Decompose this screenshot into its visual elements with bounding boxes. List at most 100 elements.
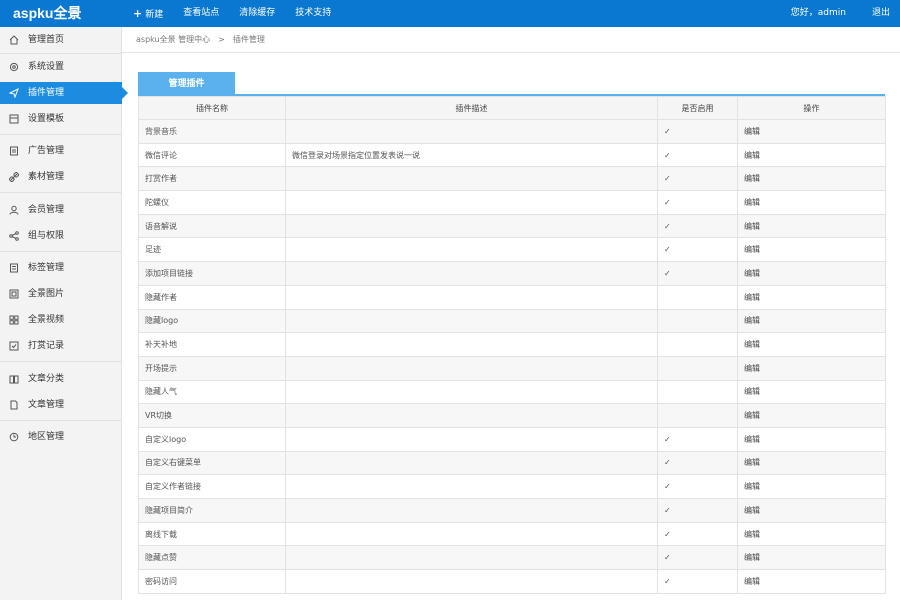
sidebar-item-plugins[interactable]: 插件管理 (0, 82, 128, 104)
table-row: 离线下载 ✓ 编辑 (138, 521, 886, 547)
plugin-name: 添加项目链接 (138, 261, 286, 286)
sidebar-item-templates[interactable]: 设置模板 (0, 108, 122, 130)
edit-link[interactable]: 编辑 (744, 316, 760, 325)
edit-link[interactable]: 编辑 (744, 364, 760, 373)
share-icon (9, 231, 19, 241)
col-header-enabled: 是否启用 (657, 96, 738, 120)
plugin-name: 打赏作者 (138, 166, 286, 192)
col-header-action: 操作 (737, 96, 886, 120)
edit-link[interactable]: 编辑 (744, 530, 760, 539)
plugin-description (285, 498, 658, 523)
edit-link[interactable]: 编辑 (744, 151, 760, 160)
greeting-text: 您好，admin (790, 8, 846, 18)
plugin-name: 补天补地 (138, 332, 286, 357)
sidebar-item-label: 打赏记录 (28, 341, 65, 351)
action-cell: 编辑 (737, 450, 886, 476)
action-cell: 编辑 (737, 213, 886, 239)
table-row: 隐藏点赞 ✓ 编辑 (138, 545, 886, 571)
enabled-cell: ✓ (657, 119, 738, 144)
enabled-cell (657, 308, 738, 334)
sidebar-item-regions[interactable]: 地区管理 (0, 426, 122, 448)
enabled-cell: ✓ (657, 142, 738, 168)
book-icon (9, 374, 19, 384)
table-row: 密码访问 ✓ 编辑 (138, 569, 886, 594)
user-area: 您好，admin 退出 (791, 0, 890, 27)
edit-link[interactable]: 编辑 (744, 458, 760, 467)
sidebar-item-groups[interactable]: 组与权限 (0, 225, 122, 247)
edit-link[interactable]: 编辑 (744, 482, 760, 491)
edit-link[interactable]: 编辑 (744, 245, 760, 254)
col-header-description: 插件描述 (285, 96, 658, 120)
sidebar-item-label: 广告管理 (28, 146, 65, 156)
edit-link[interactable]: 编辑 (744, 174, 760, 183)
edit-link[interactable]: 编辑 (744, 553, 760, 562)
breadcrumb-home[interactable]: aspku全景 管理中心 (136, 35, 210, 44)
region-icon (9, 432, 19, 442)
sidebar-item-dashboard[interactable]: 管理首页 (0, 29, 122, 51)
sidebar-divider (0, 361, 121, 362)
plugin-name: 自定义logo (138, 426, 286, 452)
template-icon (9, 114, 19, 124)
sidebar-item-tip-records[interactable]: 打赏记录 (0, 335, 122, 357)
table-row: 隐藏logo 编辑 (138, 308, 886, 334)
sidebar-divider (0, 53, 121, 54)
edit-link[interactable]: 编辑 (744, 127, 760, 136)
sidebar-item-ads[interactable]: 广告管理 (0, 140, 122, 162)
edit-link[interactable]: 编辑 (744, 222, 760, 231)
sidebar-item-articles[interactable]: 文章管理 (0, 394, 122, 416)
action-cell: 编辑 (737, 261, 886, 286)
gear-icon (9, 62, 19, 72)
edit-link[interactable]: 编辑 (744, 293, 760, 302)
sidebar-item-article-categories[interactable]: 文章分类 (0, 368, 122, 390)
sidebar-item-label: 全景图片 (28, 289, 65, 299)
tag-icon (9, 263, 19, 273)
action-cell: 编辑 (737, 545, 886, 571)
sidebar-item-panorama-images[interactable]: 全景图片 (0, 283, 122, 305)
check-icon: ✓ (664, 150, 671, 160)
table-row: VR切换 编辑 (138, 403, 886, 428)
action-cell: 编辑 (737, 332, 886, 357)
action-cell: 编辑 (737, 119, 886, 144)
edit-link[interactable]: 编辑 (744, 506, 760, 515)
breadcrumb: aspku全景 管理中心 > 插件管理 (122, 27, 900, 53)
edit-link[interactable]: 编辑 (744, 387, 760, 396)
table-row: 语音解说 ✓ 编辑 (138, 213, 886, 239)
table-row: 背景音乐 ✓ 编辑 (138, 119, 886, 144)
plugin-name: 隐藏作者 (138, 284, 286, 310)
view-site-link[interactable]: 查看站点 (173, 0, 229, 27)
edit-link[interactable]: 编辑 (744, 577, 760, 586)
edit-link[interactable]: 编辑 (744, 269, 760, 278)
sidebar-item-panorama-videos[interactable]: 全景视频 (0, 309, 122, 331)
sidebar-item-label: 素材管理 (28, 172, 65, 182)
sidebar-item-label: 文章管理 (28, 400, 65, 410)
plugin-description (285, 474, 658, 499)
edit-link[interactable]: 编辑 (744, 340, 760, 349)
action-cell: 编辑 (737, 569, 886, 594)
check-icon: ✓ (664, 245, 671, 255)
top-nav: + 新建 查看站点 清除缓存 技术支持 (122, 0, 341, 27)
logout-link[interactable]: 退出 (872, 0, 890, 27)
action-cell: 编辑 (737, 521, 886, 547)
edit-link[interactable]: 编辑 (744, 411, 760, 420)
sidebar-divider (0, 420, 121, 421)
action-cell: 编辑 (737, 498, 886, 523)
sidebar-item-members[interactable]: 会员管理 (0, 199, 122, 221)
app-logo[interactable]: aspku全景 (0, 0, 122, 27)
tab-manage-plugins[interactable]: 管理插件 (138, 72, 235, 96)
plus-icon: + (133, 7, 143, 20)
enabled-cell: ✓ (657, 237, 738, 263)
new-button[interactable]: + 新建 (122, 0, 173, 27)
edit-link[interactable]: 编辑 (744, 198, 760, 207)
action-cell: 编辑 (737, 403, 886, 428)
tech-support-link[interactable]: 技术支持 (285, 0, 341, 27)
plugin-description (285, 284, 658, 310)
sidebar-item-assets[interactable]: 素材管理 (0, 166, 122, 188)
sidebar-item-tags[interactable]: 标签管理 (0, 257, 122, 279)
clear-cache-link[interactable]: 清除缓存 (229, 0, 285, 27)
sidebar-item-system-settings[interactable]: 系统设置 (0, 56, 122, 78)
sidebar-divider (0, 134, 121, 135)
edit-link[interactable]: 编辑 (744, 435, 760, 444)
table-row: 陀螺仪 ✓ 编辑 (138, 190, 886, 215)
action-cell: 编辑 (737, 308, 886, 334)
action-cell: 编辑 (737, 426, 886, 452)
